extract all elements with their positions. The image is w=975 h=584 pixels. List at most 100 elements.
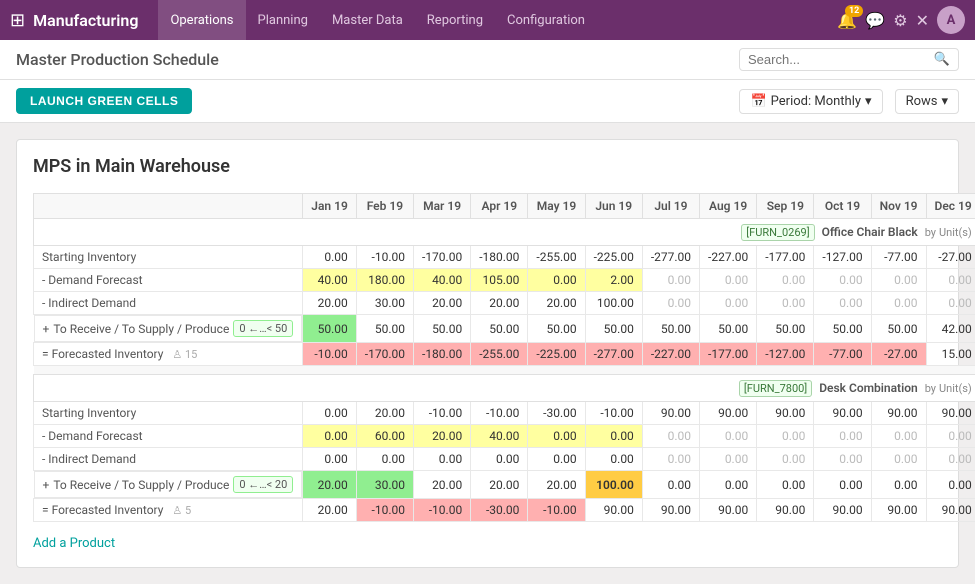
p2-to-receive-label: + To Receive / To Supply / Produce 0 ←…<…: [34, 471, 303, 498]
nav-reporting[interactable]: Reporting: [415, 0, 495, 40]
col-jan: Jan 19: [303, 194, 357, 219]
chat-icon[interactable]: 💬: [865, 11, 885, 30]
page-title: Master Production Schedule: [16, 50, 219, 69]
p1-si-dec: -27.00: [926, 246, 975, 269]
p2-tr-sep[interactable]: 0.00: [757, 471, 814, 499]
add-product-link[interactable]: Add a Product: [33, 536, 115, 551]
toolbar: LAUNCH GREEN CELLS 📅 Period: Monthly ▾ R…: [0, 80, 975, 123]
p2-tr-nov[interactable]: 0.00: [871, 471, 926, 499]
p2-fi-jan: 20.00: [303, 499, 357, 522]
nav-configuration[interactable]: Configuration: [495, 0, 597, 40]
p2-tr-dec[interactable]: 0.00: [926, 471, 975, 499]
period-dropdown[interactable]: 📅 Period: Monthly ▾: [739, 89, 882, 114]
p1-tr-nov[interactable]: 50.00: [871, 315, 926, 343]
product2-header-row: [FURN_7800] Desk Combination by Unit(s): [34, 375, 975, 402]
settings-icon[interactable]: ⚙: [893, 11, 907, 30]
p1-tr-apr[interactable]: 50.00: [471, 315, 528, 343]
p2-df-jun[interactable]: 0.00: [585, 425, 642, 448]
p2-starting-inventory-label: Starting Inventory: [34, 402, 303, 425]
nav-planning[interactable]: Planning: [246, 0, 320, 40]
p1-indirect-demand-row: - Indirect Demand 20.00 30.00 20.00 20.0…: [34, 292, 975, 315]
launch-green-cells-button[interactable]: LAUNCH GREEN CELLS: [16, 88, 192, 114]
p1-tr-jun[interactable]: 50.00: [585, 315, 642, 343]
nav-operations[interactable]: Operations: [158, 0, 245, 40]
p2-id-apr: 0.00: [471, 448, 528, 471]
p2-id-may: 0.00: [528, 448, 585, 471]
p2-id-jul: 0.00: [642, 448, 699, 471]
p2-fi-sep: 90.00: [757, 499, 814, 522]
p2-fi-jun: 90.00: [585, 499, 642, 522]
product2-ref: [FURN_7800]: [739, 380, 812, 397]
p2-df-jan[interactable]: 0.00: [303, 425, 357, 448]
close-icon[interactable]: ✕: [916, 11, 929, 30]
search-input[interactable]: [748, 52, 934, 67]
p2-df-feb[interactable]: 60.00: [356, 425, 413, 448]
p2-tr-jul[interactable]: 0.00: [642, 471, 699, 499]
notification-icon[interactable]: 🔔 12: [837, 11, 857, 30]
col-product: [34, 194, 303, 219]
avatar[interactable]: A: [937, 6, 965, 34]
product2-by: by: [925, 382, 936, 395]
rows-dropdown[interactable]: Rows ▾: [895, 89, 959, 114]
p2-tr-apr[interactable]: 20.00: [471, 471, 528, 499]
p1-id-jan: 20.00: [303, 292, 357, 315]
p1-tr-aug[interactable]: 50.00: [700, 315, 757, 343]
p2-tr-may[interactable]: 20.00: [528, 471, 585, 499]
p1-demand-forecast-row: - Demand Forecast 40.00 180.00 40.00 105…: [34, 269, 975, 292]
p2-tr-oct[interactable]: 0.00: [814, 471, 871, 499]
p1-df-may[interactable]: 0.00: [528, 269, 585, 292]
p1-df-jun[interactable]: 2.00: [585, 269, 642, 292]
p2-fi-oct: 90.00: [814, 499, 871, 522]
p2-indirect-demand-label: - Indirect Demand: [34, 448, 303, 471]
p1-si-apr: -180.00: [471, 246, 528, 269]
p1-tr-dec[interactable]: 42.00: [926, 315, 975, 343]
p2-df-may[interactable]: 0.00: [528, 425, 585, 448]
p1-fi-jun: -277.00: [585, 343, 642, 366]
p2-si-dec: 90.00: [926, 402, 975, 425]
grid-icon[interactable]: ⊞: [10, 10, 25, 31]
p2-id-jun: 0.00: [585, 448, 642, 471]
p1-df-feb[interactable]: 180.00: [356, 269, 413, 292]
p1-df-sep: 0.00: [757, 269, 814, 292]
p1-df-jul: 0.00: [642, 269, 699, 292]
p1-tr-oct[interactable]: 50.00: [814, 315, 871, 343]
p1-df-mar[interactable]: 40.00: [414, 269, 471, 292]
p1-id-nov: 0.00: [871, 292, 926, 315]
p2-df-apr[interactable]: 40.00: [471, 425, 528, 448]
spacer-row: [34, 366, 975, 375]
p2-id-aug: 0.00: [700, 448, 757, 471]
p1-tr-sep[interactable]: 50.00: [757, 315, 814, 343]
col-feb: Feb 19: [356, 194, 413, 219]
period-chevron-icon: ▾: [865, 94, 872, 109]
navbar: ⊞ Manufacturing Operations Planning Mast…: [0, 0, 975, 40]
p2-si-feb: 20.00: [356, 402, 413, 425]
p1-tr-may[interactable]: 50.00: [528, 315, 585, 343]
toolbar-right: 📅 Period: Monthly ▾ Rows ▾: [739, 89, 959, 114]
p1-tr-mar[interactable]: 50.00: [414, 315, 471, 343]
p1-demand-forecast-label: - Demand Forecast: [34, 269, 303, 292]
p2-indirect-demand-row: - Indirect Demand 0.00 0.00 0.00 0.00 0.…: [34, 448, 975, 471]
p1-id-jul: 0.00: [642, 292, 699, 315]
p1-tr-jul[interactable]: 50.00: [642, 315, 699, 343]
nav-master-data[interactable]: Master Data: [320, 0, 415, 40]
p1-tr-feb[interactable]: 50.00: [356, 315, 413, 343]
p1-tr-jan[interactable]: 50.00: [303, 315, 357, 343]
p2-tr-aug[interactable]: 0.00: [700, 471, 757, 499]
p1-df-apr[interactable]: 105.00: [471, 269, 528, 292]
p2-tr-jan[interactable]: 20.00: [303, 471, 357, 499]
p2-tr-jun[interactable]: 100.00: [585, 471, 642, 499]
search-box[interactable]: 🔍: [739, 48, 959, 71]
p2-tr-mar[interactable]: 20.00: [414, 471, 471, 499]
p2-tr-feb[interactable]: 30.00: [356, 471, 413, 499]
p1-id-may: 20.00: [528, 292, 585, 315]
p1-fi-may: -225.00: [528, 343, 585, 366]
p1-si-jun: -225.00: [585, 246, 642, 269]
p1-forecasted-inventory-row: = Forecasted Inventory ♙ 15 -10.00 -170.…: [34, 343, 975, 366]
col-sep: Sep 19: [757, 194, 814, 219]
p1-df-jan[interactable]: 40.00: [303, 269, 357, 292]
p1-si-aug: -227.00: [700, 246, 757, 269]
p1-fi-apr: -255.00: [471, 343, 528, 366]
p1-id-jun: 100.00: [585, 292, 642, 315]
p2-df-mar[interactable]: 20.00: [414, 425, 471, 448]
mps-table: Jan 19 Feb 19 Mar 19 Apr 19 May 19 Jun 1…: [33, 193, 975, 522]
